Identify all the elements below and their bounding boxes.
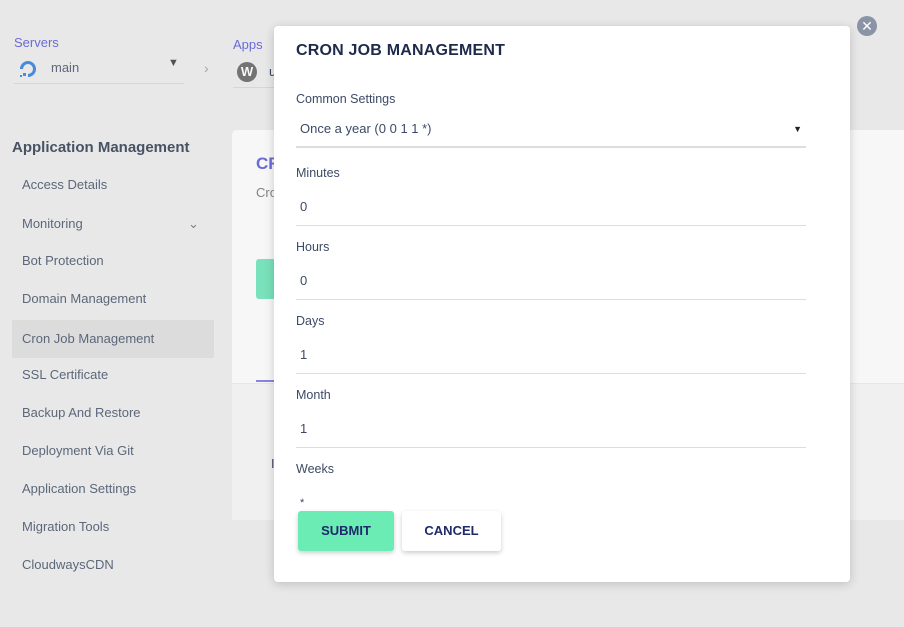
submit-button[interactable]: SUBMIT [298,511,394,551]
cron-job-modal: CRON JOB MANAGEMENT Common Settings Once… [274,26,850,582]
common-settings-label: Common Settings [296,92,396,106]
hours-label: Hours [296,240,330,254]
common-settings-value: Once a year (0 0 1 1 *) [300,121,432,136]
modal-title: CRON JOB MANAGEMENT [296,42,506,59]
hours-input[interactable]: 0 [296,266,806,300]
month-label: Month [296,388,331,402]
days-input[interactable]: 1 [296,340,806,374]
cancel-button[interactable]: CANCEL [402,511,501,551]
common-settings-select[interactable]: Once a year (0 0 1 1 *) ▼ [296,114,806,148]
days-label: Days [296,314,325,328]
close-icon[interactable]: ✕ [857,16,877,36]
minutes-input[interactable]: 0 [296,192,806,226]
minutes-label: Minutes [296,166,340,180]
weeks-label: Weeks [296,462,334,476]
caret-down-icon: ▼ [793,124,802,134]
month-input[interactable]: 1 [296,414,806,448]
